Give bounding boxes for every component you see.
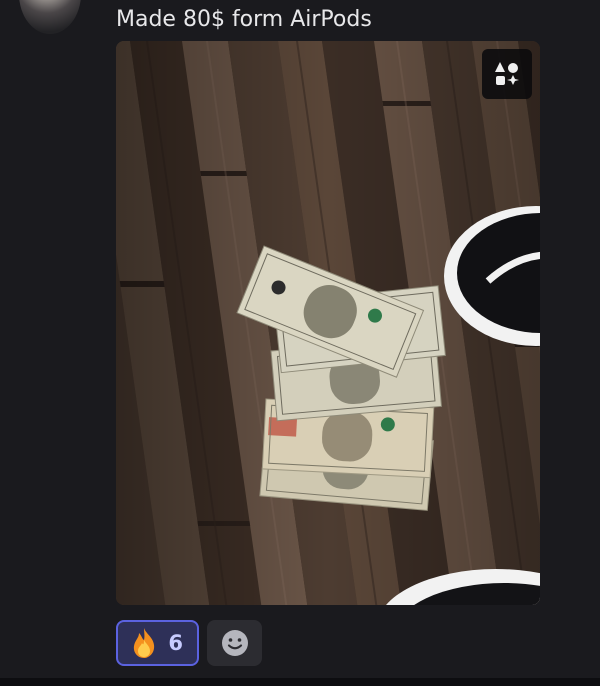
- fire-emoji-icon: [133, 628, 155, 658]
- reaction-fire[interactable]: 6: [116, 620, 199, 666]
- user-avatar[interactable]: [19, 0, 81, 34]
- reaction-bar: 6: [116, 620, 262, 666]
- smiley-face-icon: [221, 630, 248, 656]
- attachment-photo: [116, 41, 540, 605]
- add-reaction-button[interactable]: [207, 620, 262, 666]
- sparkle-shapes-icon: [495, 62, 519, 85]
- message-text: Made 80$ form AirPods: [116, 7, 372, 32]
- bottom-divider: [0, 678, 600, 686]
- reaction-count: 6: [168, 631, 183, 655]
- media-effects-icon[interactable]: [482, 49, 532, 99]
- image-attachment[interactable]: [116, 41, 540, 605]
